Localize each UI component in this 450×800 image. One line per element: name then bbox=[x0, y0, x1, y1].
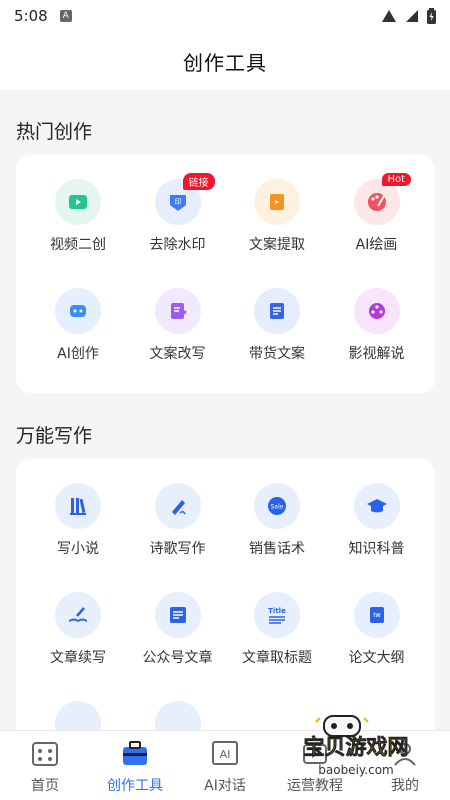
film-reel-icon bbox=[353, 288, 400, 334]
app-header: 创作工具 bbox=[0, 32, 450, 90]
tool-video-play[interactable]: 视频二创 bbox=[28, 179, 128, 254]
ai-chat-icon: AI bbox=[210, 739, 240, 769]
books-icon bbox=[55, 483, 101, 529]
open-book-pen-icon bbox=[55, 592, 101, 638]
nav-item-home-grid[interactable]: 首页 bbox=[0, 739, 90, 795]
tool-label: 带货文案 bbox=[249, 346, 305, 362]
graduation-cap-icon bbox=[353, 483, 400, 529]
text-extract-icon bbox=[254, 179, 300, 225]
tool-label: 论文大纲 bbox=[348, 650, 405, 666]
watermark-logo: 宝贝游戏网 baobeiy.com bbox=[276, 712, 436, 784]
notification-icon: A bbox=[59, 10, 72, 22]
tool-label: 知识科普 bbox=[348, 541, 405, 557]
nav-label: 创作工具 bbox=[107, 778, 163, 794]
paper-outline-icon: Iw bbox=[353, 592, 400, 638]
tool-edit-doc[interactable]: 文案改写 bbox=[128, 288, 228, 363]
tool-label: 诗歌写作 bbox=[149, 541, 206, 557]
palette-icon: Hot bbox=[353, 173, 412, 225]
toolbox-icon bbox=[120, 739, 150, 769]
svg-text:Title: Title bbox=[268, 607, 286, 615]
title-icon: Title bbox=[254, 592, 300, 638]
tool-label: 写小说 bbox=[57, 541, 99, 557]
svg-text:印: 印 bbox=[174, 198, 181, 206]
tool-label: 文章取标题 bbox=[242, 650, 312, 666]
battery-icon bbox=[427, 8, 436, 24]
section-title-hot: 热门创作 bbox=[16, 121, 93, 143]
article-icon bbox=[154, 592, 201, 638]
tool-label: 视频二创 bbox=[50, 237, 106, 253]
tool-label: 销售话术 bbox=[249, 541, 305, 557]
tool-paper-outline[interactable]: Iw 论文大纲 bbox=[327, 592, 427, 667]
document-icon bbox=[254, 288, 300, 334]
tool-pen[interactable]: 诗歌写作 bbox=[128, 483, 228, 558]
tool-title[interactable]: Title 文章取标题 bbox=[227, 592, 327, 667]
nav-label: AI对话 bbox=[204, 778, 246, 794]
tool-label: AI绘画 bbox=[355, 237, 398, 253]
tool-badge: 链接 bbox=[182, 173, 215, 190]
tool-open-book-pen[interactable]: 文章续写 bbox=[28, 592, 128, 667]
signal-icon bbox=[382, 10, 396, 22]
svg-text:Sale: Sale bbox=[271, 504, 284, 511]
tool-palette[interactable]: Hot AI绘画 bbox=[327, 173, 427, 254]
svg-text:宝贝游戏网: 宝贝游戏网 bbox=[304, 735, 409, 759]
tool-label: AI创作 bbox=[57, 346, 99, 362]
status-bar: 5:08 A bbox=[0, 0, 450, 32]
tool-label: 影视解说 bbox=[348, 346, 405, 362]
nav-label: 首页 bbox=[31, 778, 59, 794]
svg-text:AI: AI bbox=[220, 748, 231, 761]
section-title-writing: 万能写作 bbox=[16, 425, 93, 447]
tool-books[interactable]: 写小说 bbox=[28, 483, 128, 558]
home-grid-icon bbox=[30, 739, 60, 769]
status-time: 5:08 bbox=[14, 7, 48, 25]
remove-watermark-icon: 印链接 bbox=[154, 173, 215, 225]
nav-item-toolbox[interactable]: 创作工具 bbox=[90, 739, 180, 795]
svg-text:baobeiy.com: baobeiy.com bbox=[318, 763, 393, 777]
edit-doc-icon bbox=[154, 288, 201, 334]
tool-sale-tag[interactable]: Sale 销售话术 bbox=[227, 483, 327, 558]
tool-film-reel[interactable]: 影视解说 bbox=[327, 288, 427, 363]
hot-tools-card: 视频二创印链接 去除水印 文案提取 Hot AI绘画 AI创作 文案改写 带货文案 影视解说 bbox=[16, 155, 435, 393]
tool-text-extract[interactable]: 文案提取 bbox=[227, 179, 327, 254]
nav-item-ai-chat[interactable]: AI AI对话 bbox=[180, 739, 270, 795]
tool-article[interactable]: 公众号文章 bbox=[128, 592, 228, 667]
svg-text:Iw: Iw bbox=[373, 611, 381, 619]
status-indicators bbox=[381, 8, 436, 24]
tool-label: 文案改写 bbox=[149, 346, 206, 362]
video-play-icon bbox=[55, 179, 101, 225]
tool-badge: Hot bbox=[381, 173, 412, 186]
tool-label: 文案提取 bbox=[249, 237, 305, 253]
pen-icon bbox=[154, 483, 201, 529]
sale-tag-icon: Sale bbox=[254, 483, 300, 529]
tool-document[interactable]: 带货文案 bbox=[227, 288, 327, 363]
page-title: 创作工具 bbox=[183, 50, 267, 75]
tool-graduation-cap[interactable]: 知识科普 bbox=[327, 483, 427, 558]
robot-icon bbox=[55, 288, 101, 334]
tool-robot[interactable]: AI创作 bbox=[28, 288, 128, 363]
cellular-icon bbox=[406, 10, 418, 22]
tool-label: 去除水印 bbox=[149, 237, 206, 253]
tool-label: 文章续写 bbox=[50, 650, 106, 666]
tool-remove-watermark[interactable]: 印链接去除水印 bbox=[128, 173, 228, 254]
tool-label: 公众号文章 bbox=[142, 650, 213, 666]
